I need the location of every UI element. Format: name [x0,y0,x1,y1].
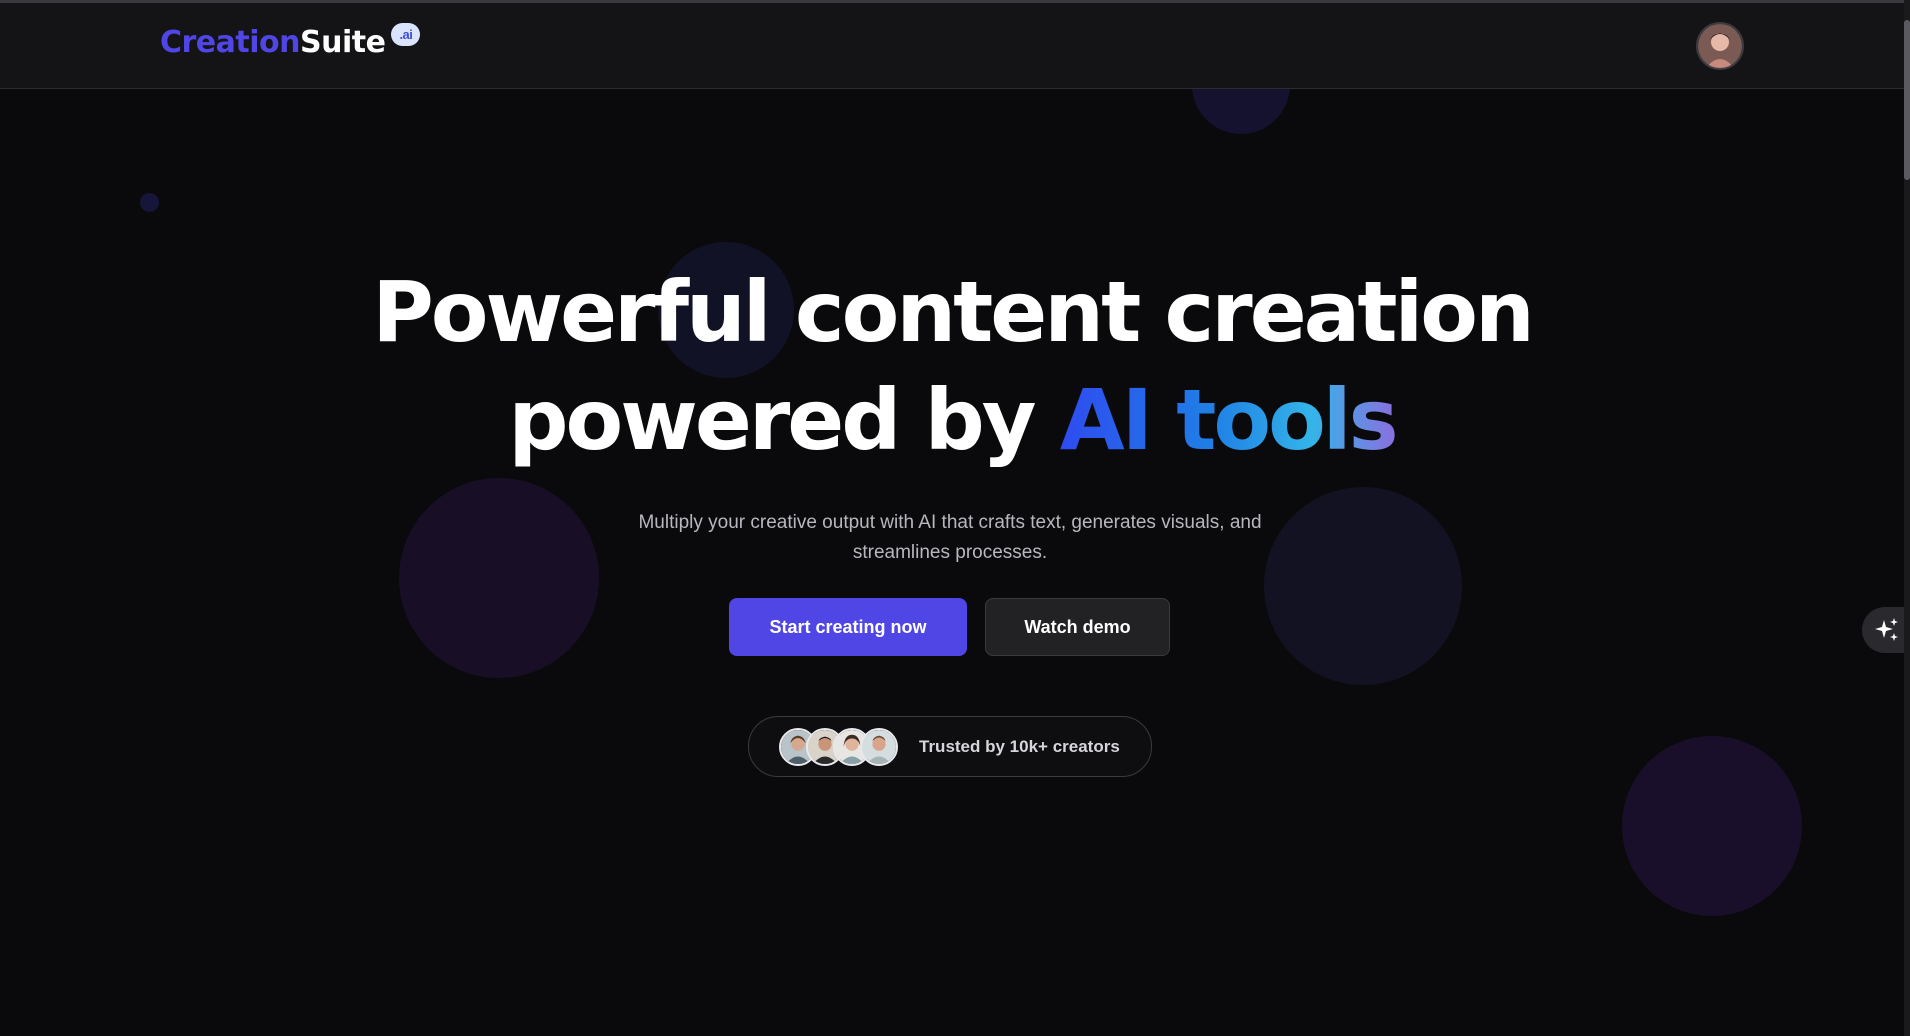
sparkle-icon [1875,618,1898,641]
trusted-by-text: Trusted by 10k+ creators [919,736,1120,756]
scrollbar-thumb[interactable] [1904,20,1910,180]
user-avatar-icon [1698,24,1742,68]
creator-avatars [779,727,898,766]
hero-subtitle: Multiply your creative output with AI th… [638,512,1262,563]
creator-avatar-4 [860,727,898,766]
decorative-orb [399,478,599,678]
brand-logo[interactable]: Creation Suite .ai [160,23,421,60]
decorative-orb [140,193,159,212]
brand-badge: .ai [391,23,421,46]
ai-assistant-button[interactable] [1862,607,1910,653]
decorative-orb [1622,736,1802,916]
hero-title-plain: powered by [508,371,1060,469]
page-scrollbar[interactable] [1904,0,1910,1036]
trusted-by-badge: Trusted by 10k+ creators [748,716,1152,777]
hero-title-line1: Powerful content creation [372,263,1535,361]
brand-name-part2: Suite [300,25,386,60]
hero-title-line2: powered by AI tools [0,366,1904,474]
watch-demo-button[interactable]: Watch demo [985,598,1170,656]
brand-name-part1: Creation [160,25,301,60]
top-navbar: Creation Suite .ai [0,3,1904,89]
user-avatar-button[interactable] [1696,22,1744,70]
start-creating-button[interactable]: Start creating now [729,598,967,656]
hero-title-highlight: AI tools [1059,371,1399,469]
